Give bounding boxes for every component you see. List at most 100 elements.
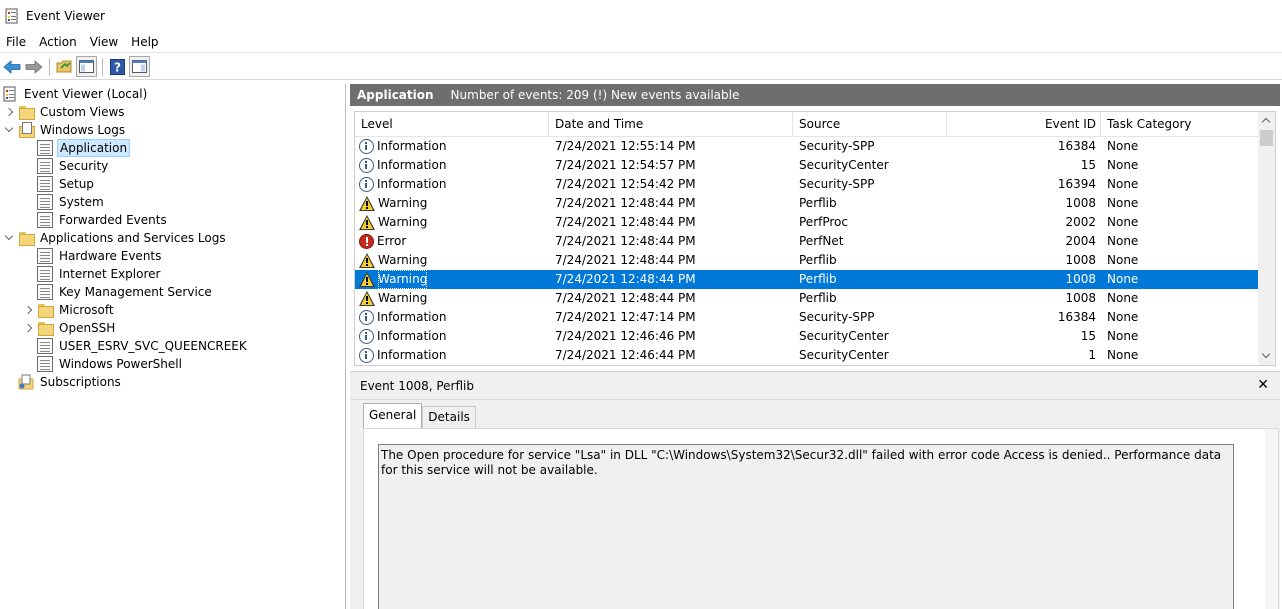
close-icon[interactable]: ✕: [1257, 377, 1269, 393]
event-viewer-app-icon: [4, 8, 20, 24]
tree-node-subscriptions[interactable]: Subscriptions: [18, 373, 123, 391]
log-header: Application Number of events: 209 (!) Ne…: [350, 84, 1280, 106]
tree-node-security[interactable]: Security: [37, 157, 110, 175]
scroll-down-icon[interactable]: [1258, 348, 1275, 365]
event-list-scrollbar[interactable]: [1258, 112, 1275, 365]
event-row[interactable]: Information 7/24/2021 12:46:44 PM Security…: [355, 346, 1259, 365]
toolbar-separator: [49, 57, 50, 76]
chevron-right-icon[interactable]: [4, 107, 14, 117]
menu-file[interactable]: File: [0, 32, 33, 52]
tree-node-windows-logs[interactable]: Windows Logs: [4, 121, 127, 139]
chevron-right-icon[interactable]: [23, 323, 33, 333]
log-icon: [37, 284, 53, 300]
event-level: Information: [359, 308, 446, 327]
tab-details[interactable]: Details: [422, 406, 476, 428]
event-id: 1: [1088, 348, 1096, 362]
event-level-text: Warning: [378, 253, 428, 267]
event-task-category: None: [1107, 272, 1139, 286]
event-id: 16394: [1057, 177, 1096, 191]
tab-general[interactable]: General: [363, 403, 423, 428]
tree-node-root[interactable]: Event Viewer (Local): [2, 85, 149, 103]
tree-node-system[interactable]: System: [37, 193, 106, 211]
tree-node-custom-views[interactable]: Custom Views: [4, 103, 127, 121]
tree-node-microsoft[interactable]: Microsoft: [23, 301, 116, 319]
event-date-time: 7/24/2021 12:48:44 PM: [555, 234, 696, 248]
event-source: Perflib: [799, 272, 837, 286]
column-date-time[interactable]: Date and Time: [549, 112, 793, 137]
scroll-thumb[interactable]: [1260, 130, 1273, 146]
event-row[interactable]: Warning 7/24/2021 12:48:44 PM PerfProc 2002…: [355, 213, 1259, 232]
event-level: Warning: [359, 194, 427, 213]
event-task-category: None: [1107, 177, 1139, 191]
log-icon: [37, 356, 53, 372]
tree-node-forwarded-events[interactable]: Forwarded Events: [37, 211, 169, 229]
scroll-up-icon[interactable]: [1258, 112, 1275, 129]
event-level: Warning: [359, 270, 428, 289]
column-source[interactable]: Source: [793, 112, 947, 137]
event-id: 1008: [1065, 196, 1096, 210]
menu-help[interactable]: Help: [125, 32, 165, 52]
chevron-down-icon[interactable]: [4, 125, 14, 135]
tree-label: Key Management Service: [59, 285, 212, 299]
log-icon: [37, 158, 53, 174]
menu-bar: File Action View Help: [0, 31, 1282, 53]
event-row[interactable]: Warning 7/24/2021 12:48:44 PM Perflib 1008 N…: [355, 270, 1259, 289]
column-task-category[interactable]: Task Category: [1101, 112, 1259, 137]
event-message[interactable]: The Open procedure for service "Lsa" in …: [378, 444, 1234, 609]
event-row[interactable]: Information 7/24/2021 12:54:57 PM Security…: [355, 156, 1259, 175]
event-id: 16384: [1057, 310, 1096, 324]
information-icon: [359, 329, 374, 344]
event-id: 16384: [1057, 139, 1096, 153]
tree-label: Hardware Events: [59, 249, 162, 263]
details-scrollbar[interactable]: [1265, 429, 1278, 609]
show-hide-console-tree-button[interactable]: [76, 56, 97, 77]
event-level-text: Warning: [378, 270, 428, 289]
chevron-right-icon[interactable]: [23, 305, 33, 315]
console-tree-icon: [79, 60, 94, 73]
tree-node-setup[interactable]: Setup: [37, 175, 96, 193]
menu-action[interactable]: Action: [33, 32, 84, 52]
open-folder-button[interactable]: [54, 56, 75, 77]
column-level[interactable]: Level: [355, 112, 549, 137]
column-event-id[interactable]: Event ID: [947, 112, 1101, 137]
menu-view[interactable]: View: [84, 32, 125, 52]
show-hide-action-pane-button[interactable]: [129, 56, 150, 77]
details-tabs: General Details: [363, 403, 476, 428]
back-arrow-icon: [2, 59, 20, 74]
tree-node-windows-powershell[interactable]: Windows PowerShell: [37, 355, 184, 373]
tree-node-hardware-events[interactable]: Hardware Events: [37, 247, 163, 265]
tree-label: Windows PowerShell: [59, 357, 182, 371]
information-icon: [359, 139, 374, 154]
forward-arrow-icon: [25, 59, 43, 74]
event-row[interactable]: Information 7/24/2021 12:47:14 PM Security…: [355, 308, 1259, 327]
forward-button[interactable]: [23, 56, 44, 77]
warning-icon: [359, 291, 375, 306]
help-button[interactable]: ?: [107, 56, 128, 77]
event-level: Information: [359, 156, 446, 175]
tree-label: Custom Views: [40, 105, 125, 119]
event-source: SecurityCenter: [799, 348, 889, 362]
event-level-text: Warning: [378, 215, 428, 229]
tree-node-application[interactable]: Application: [37, 139, 131, 157]
warning-icon: [359, 215, 375, 230]
chevron-down-icon[interactable]: [4, 233, 14, 243]
folder-icon: [37, 302, 54, 318]
event-level: Information: [359, 175, 446, 194]
event-date-time: 7/24/2021 12:46:46 PM: [555, 329, 696, 343]
tree-node-user-esrv[interactable]: USER_ESRV_SVC_QUEENCREEK: [37, 337, 249, 355]
warning-icon: [359, 272, 375, 287]
event-row[interactable]: Information 7/24/2021 12:54:42 PM Security…: [355, 175, 1259, 194]
event-row[interactable]: Information 7/24/2021 12:46:46 PM Security…: [355, 327, 1259, 346]
event-row[interactable]: Warning 7/24/2021 12:48:44 PM Perflib 1008 N…: [355, 289, 1259, 308]
event-row[interactable]: Information 7/24/2021 12:55:14 PM Security…: [355, 137, 1259, 156]
event-source: PerfNet: [799, 234, 844, 248]
tree-node-app-services-logs[interactable]: Applications and Services Logs: [4, 229, 228, 247]
back-button[interactable]: [1, 56, 22, 77]
event-level-text: Error: [377, 234, 407, 248]
tree-node-internet-explorer[interactable]: Internet Explorer: [37, 265, 162, 283]
event-row[interactable]: Warning 7/24/2021 12:48:44 PM Perflib 1008 N…: [355, 194, 1259, 213]
event-row[interactable]: Warning 7/24/2021 12:48:44 PM Perflib 1008 N…: [355, 251, 1259, 270]
tree-node-openssh[interactable]: OpenSSH: [23, 319, 117, 337]
event-row[interactable]: Error 7/24/2021 12:48:44 PM PerfNet 2004 Non…: [355, 232, 1259, 251]
tree-node-key-management-service[interactable]: Key Management Service: [37, 283, 214, 301]
